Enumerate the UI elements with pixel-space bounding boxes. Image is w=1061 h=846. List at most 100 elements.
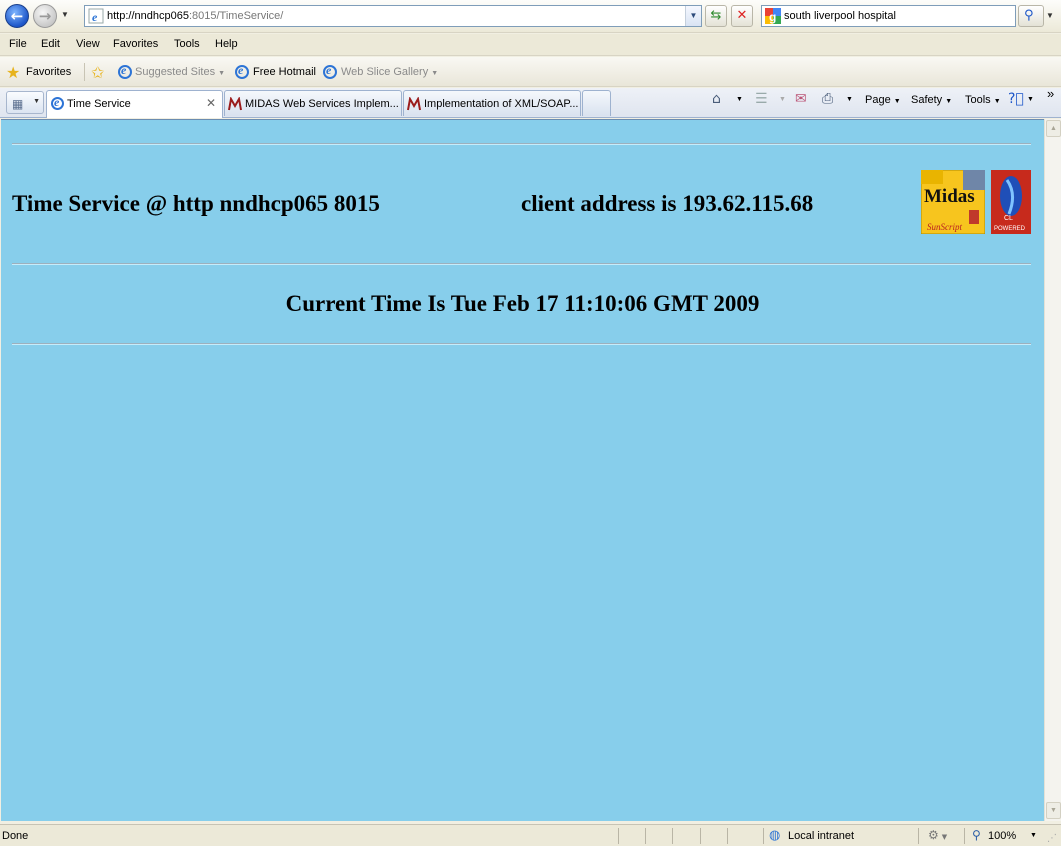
feeds-icon[interactable]: ☰ bbox=[755, 91, 768, 107]
search-input[interactable]: south liverpool hospital bbox=[784, 10, 896, 22]
chevron-down-icon: ▼ bbox=[945, 98, 953, 105]
menu-edit[interactable]: Edit bbox=[41, 38, 60, 50]
midas-favicon-icon bbox=[407, 97, 421, 111]
help-icon[interactable]: ?⃝ bbox=[1008, 91, 1024, 107]
midas-logo-text: Midas bbox=[924, 186, 975, 207]
status-divider bbox=[763, 828, 764, 844]
svg-text:e: e bbox=[92, 10, 98, 24]
service-title: Time Service @ http nndhcp065 8015 bbox=[12, 191, 380, 216]
midas-favicon-icon bbox=[228, 97, 242, 111]
chevron-down-icon: ▼ bbox=[893, 98, 901, 105]
chevron-down-icon: ▼ bbox=[33, 98, 40, 105]
menu-file[interactable]: File bbox=[9, 38, 27, 50]
status-divider bbox=[645, 828, 646, 844]
status-divider bbox=[964, 828, 965, 844]
status-divider bbox=[727, 828, 728, 844]
search-go-button[interactable]: ⚲ bbox=[1018, 5, 1044, 27]
horizontal-rule bbox=[12, 343, 1031, 345]
midas-logo-subtitle: SunScript bbox=[927, 222, 962, 232]
favorites-bar: ★ Favorites ✩ Suggested Sites▼ Free Hotm… bbox=[0, 57, 1061, 87]
scroll-up-button[interactable]: ▲ bbox=[1046, 120, 1061, 137]
recent-pages-dropdown[interactable]: ▼ bbox=[61, 10, 69, 19]
back-button[interactable]: ← bbox=[5, 4, 29, 28]
security-zone[interactable]: Local intranet bbox=[788, 830, 854, 842]
home-dropdown[interactable]: ▼ bbox=[736, 96, 743, 103]
suggested-sites-link[interactable]: Suggested Sites ▼ bbox=[135, 66, 225, 78]
print-icon[interactable]: ⎙ bbox=[822, 91, 833, 107]
tab-label: MIDAS Web Services Implem... bbox=[245, 98, 399, 110]
new-tab-button[interactable] bbox=[582, 90, 611, 116]
cl-powered-logo: CL POWERED bbox=[991, 170, 1031, 234]
read-mail-icon[interactable]: ✉ bbox=[795, 91, 807, 107]
chevron-down-icon: ▼ bbox=[993, 98, 1001, 105]
zoom-dropdown[interactable]: ▼ bbox=[1030, 832, 1037, 839]
menu-favorites[interactable]: Favorites bbox=[113, 38, 158, 50]
search-box[interactable]: g south liverpool hospital bbox=[761, 5, 1016, 27]
suggested-sites-label: Suggested Sites bbox=[135, 66, 216, 78]
ie-icon bbox=[323, 63, 337, 79]
chevron-down-icon: ▼ bbox=[218, 70, 226, 77]
vertical-scrollbar[interactable]: ▲ ▼ bbox=[1044, 119, 1061, 821]
status-divider bbox=[672, 828, 673, 844]
address-dropdown-button[interactable]: ▼ bbox=[685, 6, 701, 26]
status-divider bbox=[618, 828, 619, 844]
search-options-dropdown[interactable]: ▼ bbox=[1046, 11, 1054, 20]
tab-bar: ▦ ▼ Time Service ✕ MIDAS Web Services Im… bbox=[0, 88, 1061, 118]
favorites-button[interactable]: Favorites bbox=[26, 66, 71, 78]
client-address: client address is 193.62.115.68 bbox=[521, 191, 814, 216]
refresh-button[interactable]: ⇆ bbox=[705, 5, 727, 27]
quick-tabs-button[interactable]: ▦ ▼ bbox=[6, 91, 44, 114]
help-dropdown[interactable]: ▼ bbox=[1027, 96, 1034, 103]
forward-button[interactable]: → bbox=[33, 4, 57, 28]
tab-midas-web-services[interactable]: MIDAS Web Services Implem... bbox=[224, 90, 402, 116]
add-favorite-icon[interactable]: ✩ bbox=[91, 63, 104, 82]
free-hotmail-link[interactable]: Free Hotmail bbox=[253, 66, 316, 78]
horizontal-rule bbox=[12, 143, 1031, 145]
back-arrow-icon: ← bbox=[10, 7, 24, 25]
scroll-down-button[interactable]: ▼ bbox=[1046, 802, 1061, 819]
url-host: http://nndhcp065 bbox=[107, 10, 189, 22]
safety-menu-label: Safety bbox=[911, 94, 943, 106]
zoom-level[interactable]: 100% bbox=[988, 830, 1016, 842]
resize-grip[interactable]: ⋰ bbox=[1047, 833, 1057, 844]
toolbar-overflow-chevron[interactable]: » bbox=[1047, 86, 1054, 101]
tab-label: Implementation of XML/SOAP... bbox=[424, 98, 579, 110]
cl-logo-subtitle: POWERED bbox=[994, 226, 1026, 232]
forward-arrow-icon: → bbox=[38, 7, 52, 25]
web-slice-gallery-link[interactable]: Web Slice Gallery ▼ bbox=[341, 66, 438, 78]
tools-menu[interactable]: Tools ▼ bbox=[965, 94, 1001, 106]
stop-button[interactable]: ✕ bbox=[731, 5, 753, 27]
feeds-dropdown[interactable]: ▼ bbox=[779, 96, 786, 103]
midas-logo: Midas SunScript bbox=[921, 170, 985, 234]
status-divider bbox=[918, 828, 919, 844]
safety-menu[interactable]: Safety ▼ bbox=[911, 94, 952, 106]
page-menu-label: Page bbox=[865, 94, 891, 106]
tab-xml-soap[interactable]: Implementation of XML/SOAP... bbox=[403, 90, 581, 116]
menu-view[interactable]: View bbox=[76, 38, 100, 50]
page-menu[interactable]: Page ▼ bbox=[865, 94, 901, 106]
tab-time-service[interactable]: Time Service ✕ bbox=[46, 90, 223, 118]
ie-page-icon: e bbox=[88, 8, 104, 24]
status-divider bbox=[700, 828, 701, 844]
google-logo-icon: g bbox=[765, 8, 781, 24]
cl-logo-text: CL bbox=[1004, 215, 1013, 222]
address-bar[interactable]: e http://nndhcp065:8015/TimeService/ ▼ bbox=[84, 5, 702, 27]
menu-help[interactable]: Help bbox=[215, 38, 238, 50]
ie-icon bbox=[118, 63, 132, 79]
page-content: Time Service @ http nndhcp065 8015 clien… bbox=[1, 119, 1044, 821]
chevron-down-icon: ▼ bbox=[431, 70, 439, 77]
print-dropdown[interactable]: ▼ bbox=[846, 96, 853, 103]
toolbar-divider bbox=[84, 63, 85, 81]
tab-label: Time Service bbox=[67, 98, 131, 110]
close-tab-icon[interactable]: ✕ bbox=[206, 96, 216, 110]
home-icon[interactable]: ⌂ bbox=[712, 91, 721, 107]
horizontal-rule bbox=[12, 263, 1031, 265]
menu-tools[interactable]: Tools bbox=[174, 38, 200, 50]
quick-tabs-icon: ▦ bbox=[12, 97, 24, 111]
magnifier-icon: ⚲ bbox=[1024, 8, 1034, 23]
svg-text:g: g bbox=[769, 10, 776, 24]
web-slice-gallery-label: Web Slice Gallery bbox=[341, 66, 429, 78]
address-toolbar: ← → ▼ e http://nndhcp065:8015/TimeServic… bbox=[0, 0, 1061, 33]
protected-mode-icon[interactable]: ⚙ ▼ bbox=[928, 828, 947, 842]
address-url[interactable]: http://nndhcp065:8015/TimeService/ bbox=[107, 10, 283, 22]
